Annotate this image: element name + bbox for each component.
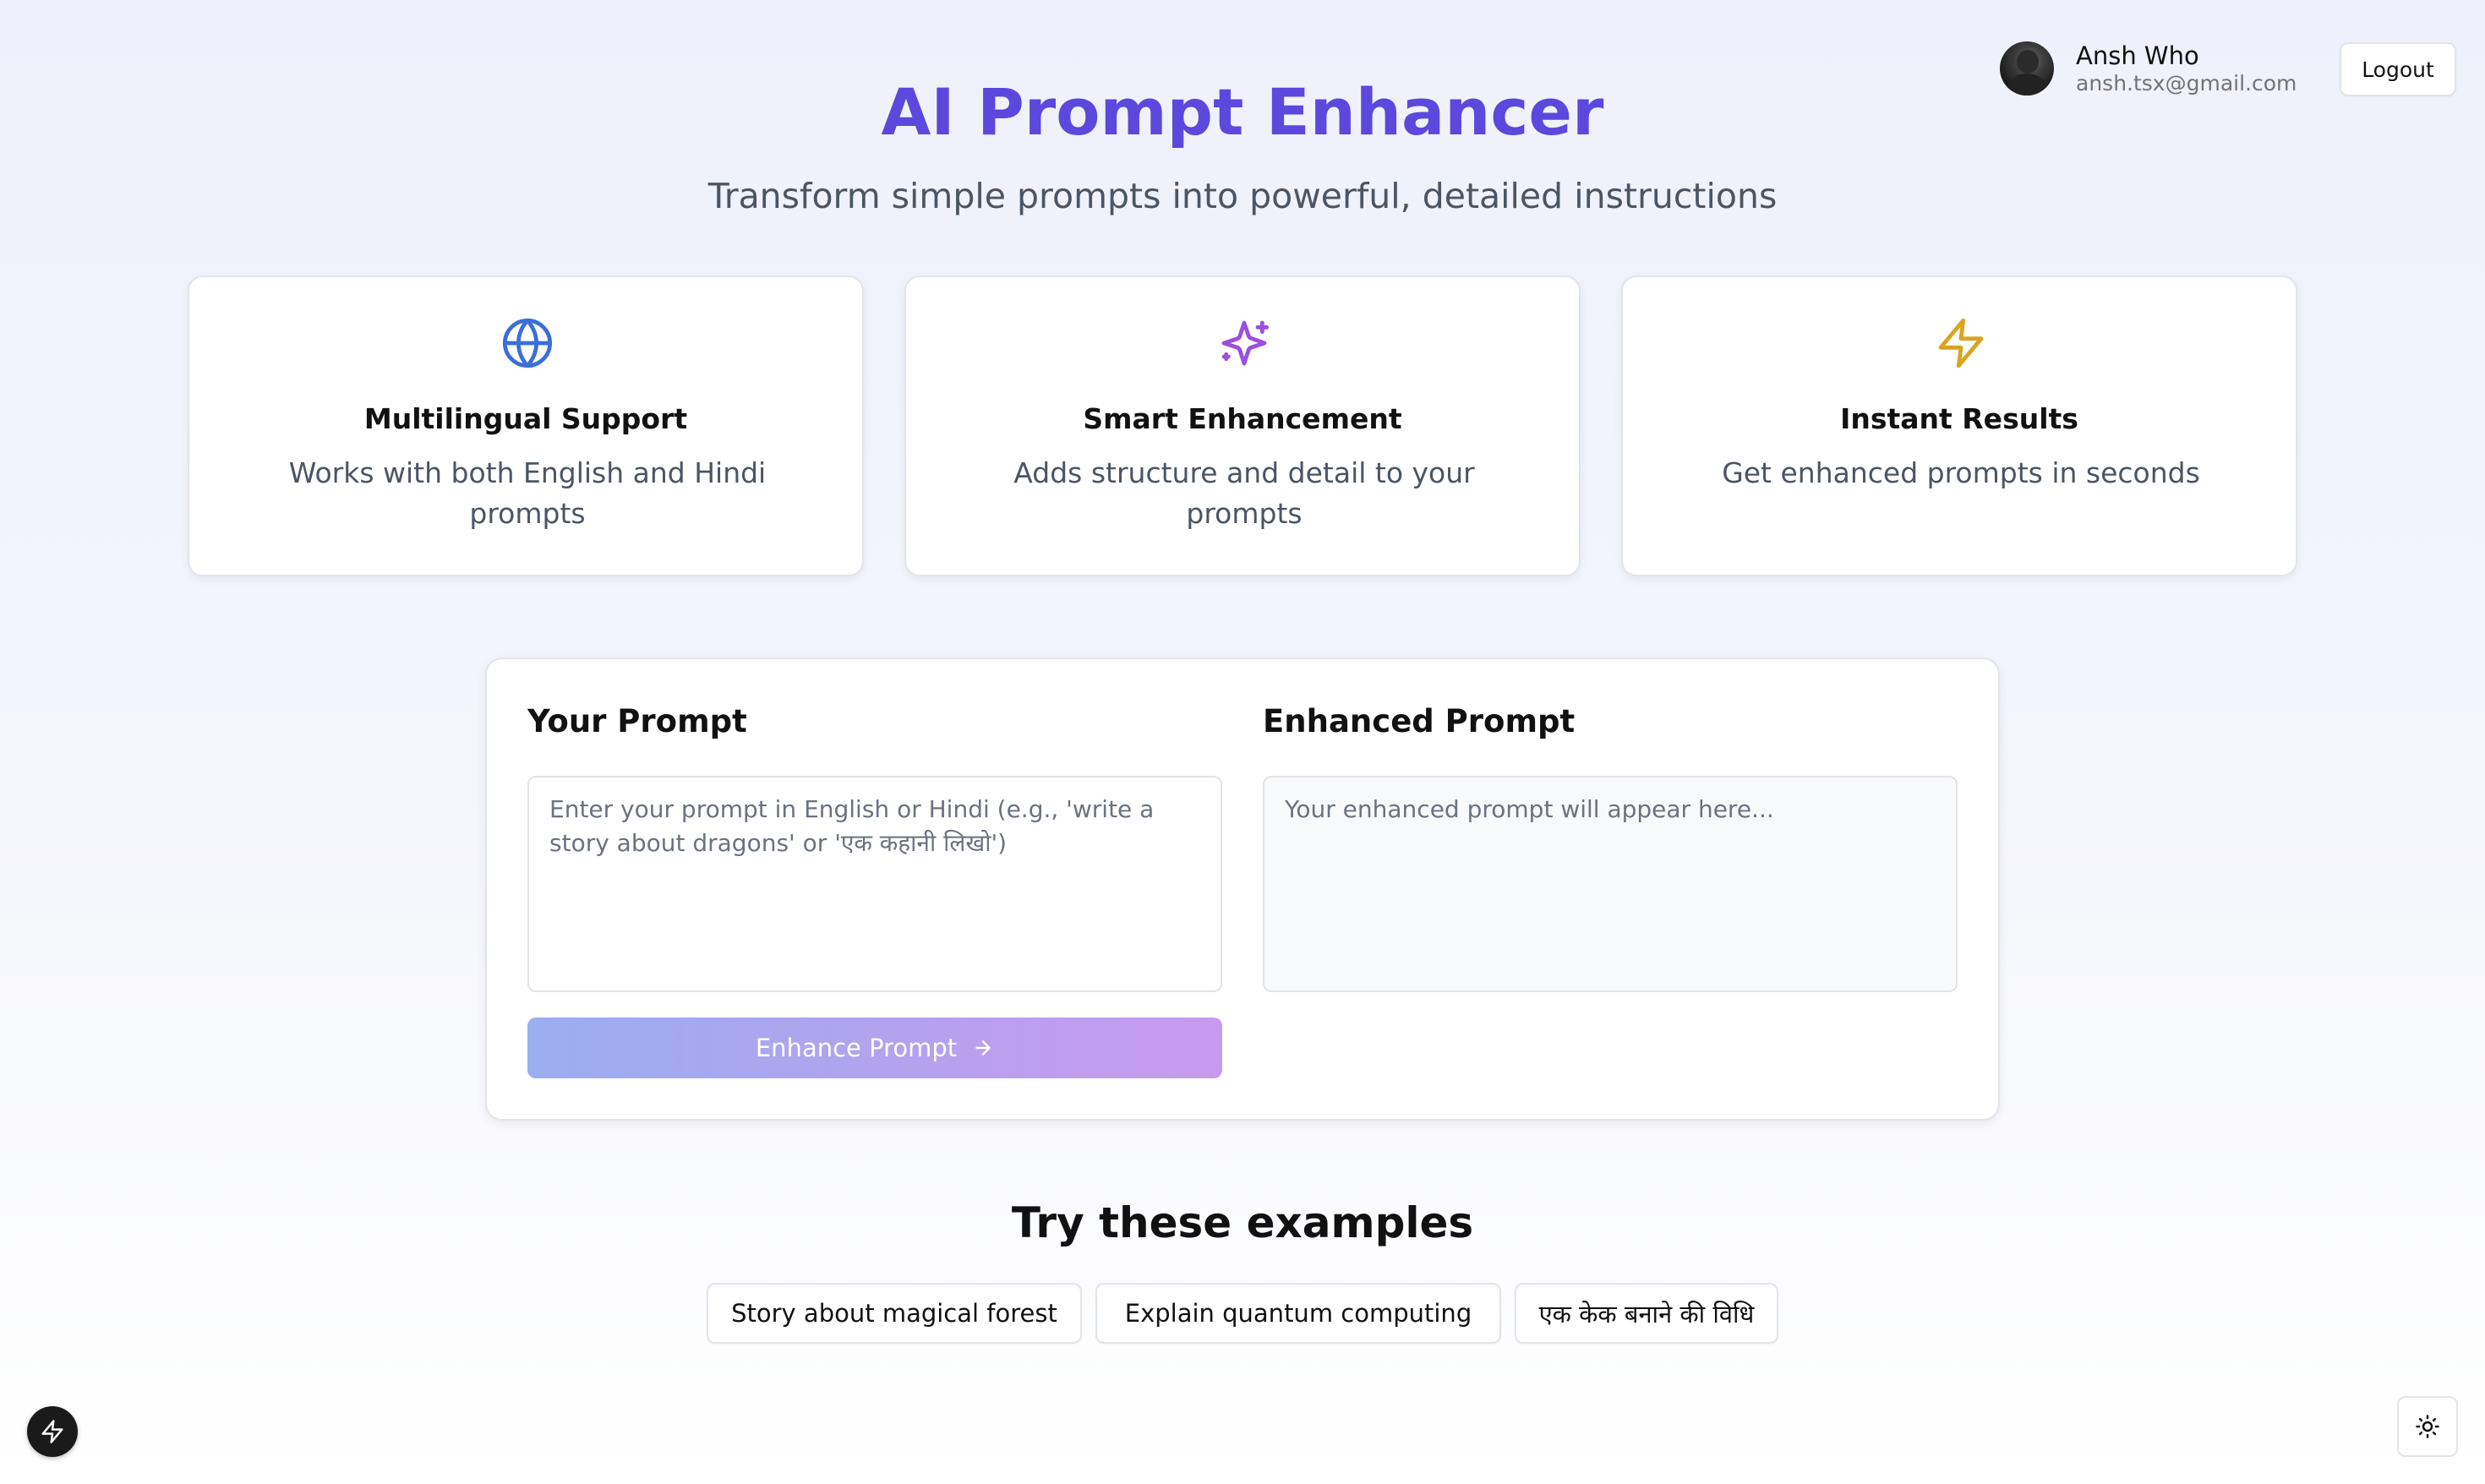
- feature-title: Multilingual Support: [363, 402, 688, 435]
- prompt-panel: Your Prompt Enhanced Prompt Enhance Prom…: [485, 657, 2000, 1121]
- sparkles-icon: [1221, 320, 1270, 366]
- enhanced-prompt-heading: Enhanced Prompt: [1263, 703, 1576, 739]
- page-subtitle: Transform simple prompts into powerful, …: [707, 176, 1778, 216]
- examples-heading: Try these examples: [1011, 1198, 1474, 1247]
- bolt-button[interactable]: [27, 1406, 78, 1457]
- arrow-right-icon: [975, 1040, 991, 1056]
- your-prompt-heading: Your Prompt: [527, 703, 747, 739]
- feature-description: Adds structure and detail to your prompt…: [1013, 456, 1475, 530]
- page-title: AI Prompt Enhancer: [881, 74, 1604, 150]
- lightning-icon: [1938, 318, 1984, 368]
- example-chip-cake-recipe[interactable]: एक केक बनाने की विधि: [1515, 1283, 1778, 1344]
- feature-description: Works with both English and Hindi prompt…: [288, 456, 767, 530]
- example-chip-magical-forest[interactable]: Story about magical forest: [707, 1283, 1082, 1344]
- feature-title: Smart Enhancement: [1083, 402, 1402, 435]
- user-name: Ansh Who: [2076, 41, 2199, 70]
- enhance-prompt-label: Enhance Prompt: [755, 1034, 958, 1062]
- globe-icon: [502, 318, 553, 368]
- feature-title: Instant Results: [1840, 402, 2078, 435]
- prompt-input[interactable]: [527, 776, 1222, 992]
- enhanced-prompt-output[interactable]: [1263, 776, 1958, 992]
- sun-icon: [2416, 1415, 2439, 1438]
- theme-toggle-button[interactable]: [2397, 1396, 2458, 1457]
- feature-description: Get enhanced prompts in seconds: [1722, 456, 2200, 489]
- lightning-icon: [41, 1420, 63, 1443]
- enhance-prompt-button[interactable]: Enhance Prompt: [527, 1018, 1222, 1078]
- example-chip-quantum-computing[interactable]: Explain quantum computing: [1095, 1283, 1501, 1344]
- feature-card-multilingual: Multilingual Support Works with both Eng…: [188, 276, 864, 576]
- feature-card-instant-results: Instant Results Get enhanced prompts in …: [1621, 276, 2297, 576]
- feature-card-smart-enhancement: Smart Enhancement Adds structure and det…: [904, 276, 1581, 576]
